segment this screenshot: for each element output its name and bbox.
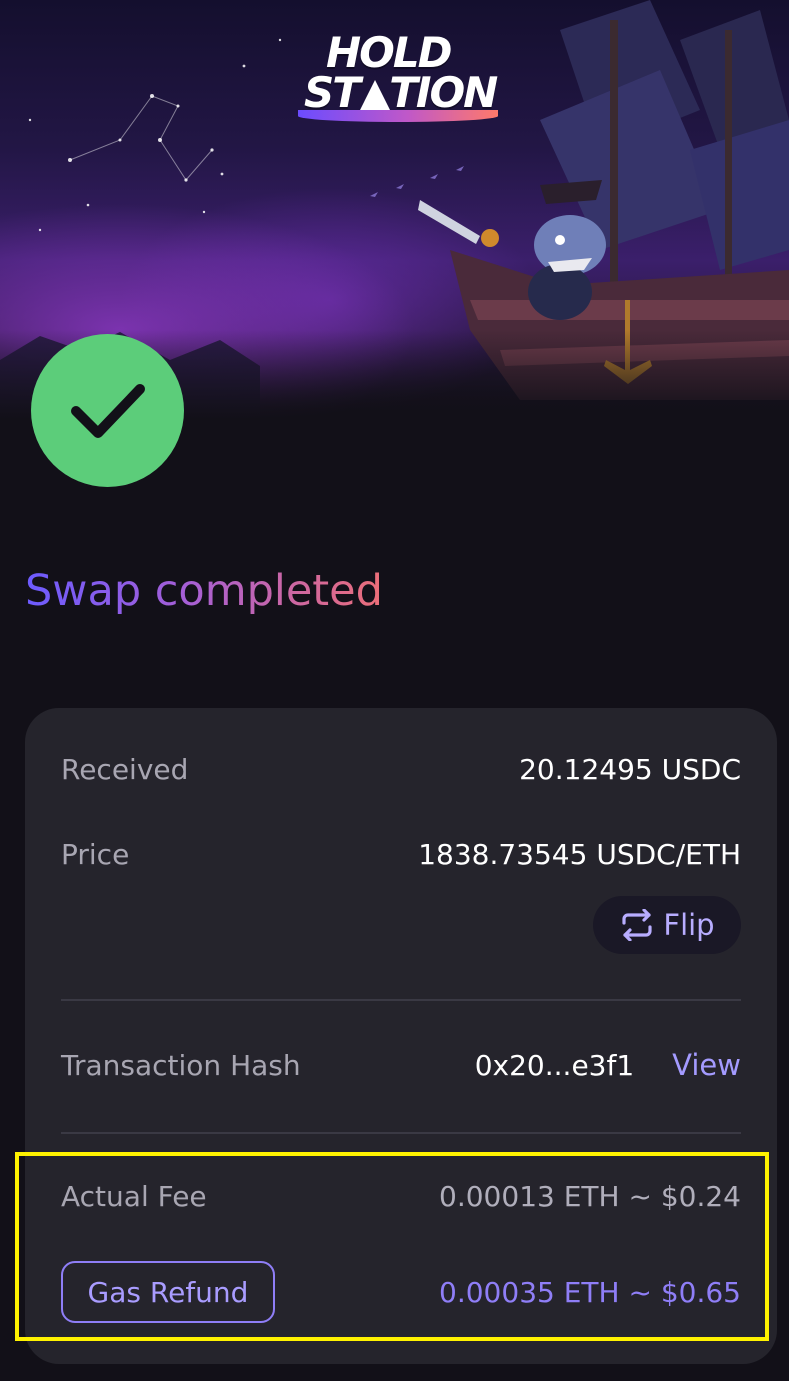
price-value: 1838.73545 USDC/ETH xyxy=(418,838,741,871)
flip-button[interactable]: Flip xyxy=(593,896,741,954)
checkmark-icon xyxy=(70,383,145,438)
received-row: Received 20.12495 USDC xyxy=(61,753,741,786)
divider xyxy=(61,1132,741,1134)
page-title: Swap completed xyxy=(25,566,383,616)
transaction-hash-value: 0x20...e3f1 xyxy=(474,1048,635,1082)
holdstation-logo: HOLD ST▲TION xyxy=(298,32,508,124)
highlight-box xyxy=(15,1152,769,1341)
logo-swoosh xyxy=(298,110,498,122)
swap-arrows-icon xyxy=(622,909,652,941)
transaction-hash-label: Transaction Hash xyxy=(61,1048,301,1082)
price-label: Price xyxy=(61,838,130,871)
logo-text-station: ST▲TION xyxy=(304,68,498,117)
price-row: Price 1838.73545 USDC/ETH xyxy=(61,838,741,871)
view-transaction-link[interactable]: View xyxy=(672,1048,741,1082)
transaction-hash-row: Transaction Hash 0x20...e3f1 View xyxy=(61,1048,741,1082)
divider xyxy=(61,999,741,1001)
received-value: 20.12495 USDC xyxy=(519,753,741,786)
received-label: Received xyxy=(61,753,189,786)
success-badge xyxy=(31,334,184,487)
flip-label: Flip xyxy=(663,908,715,942)
